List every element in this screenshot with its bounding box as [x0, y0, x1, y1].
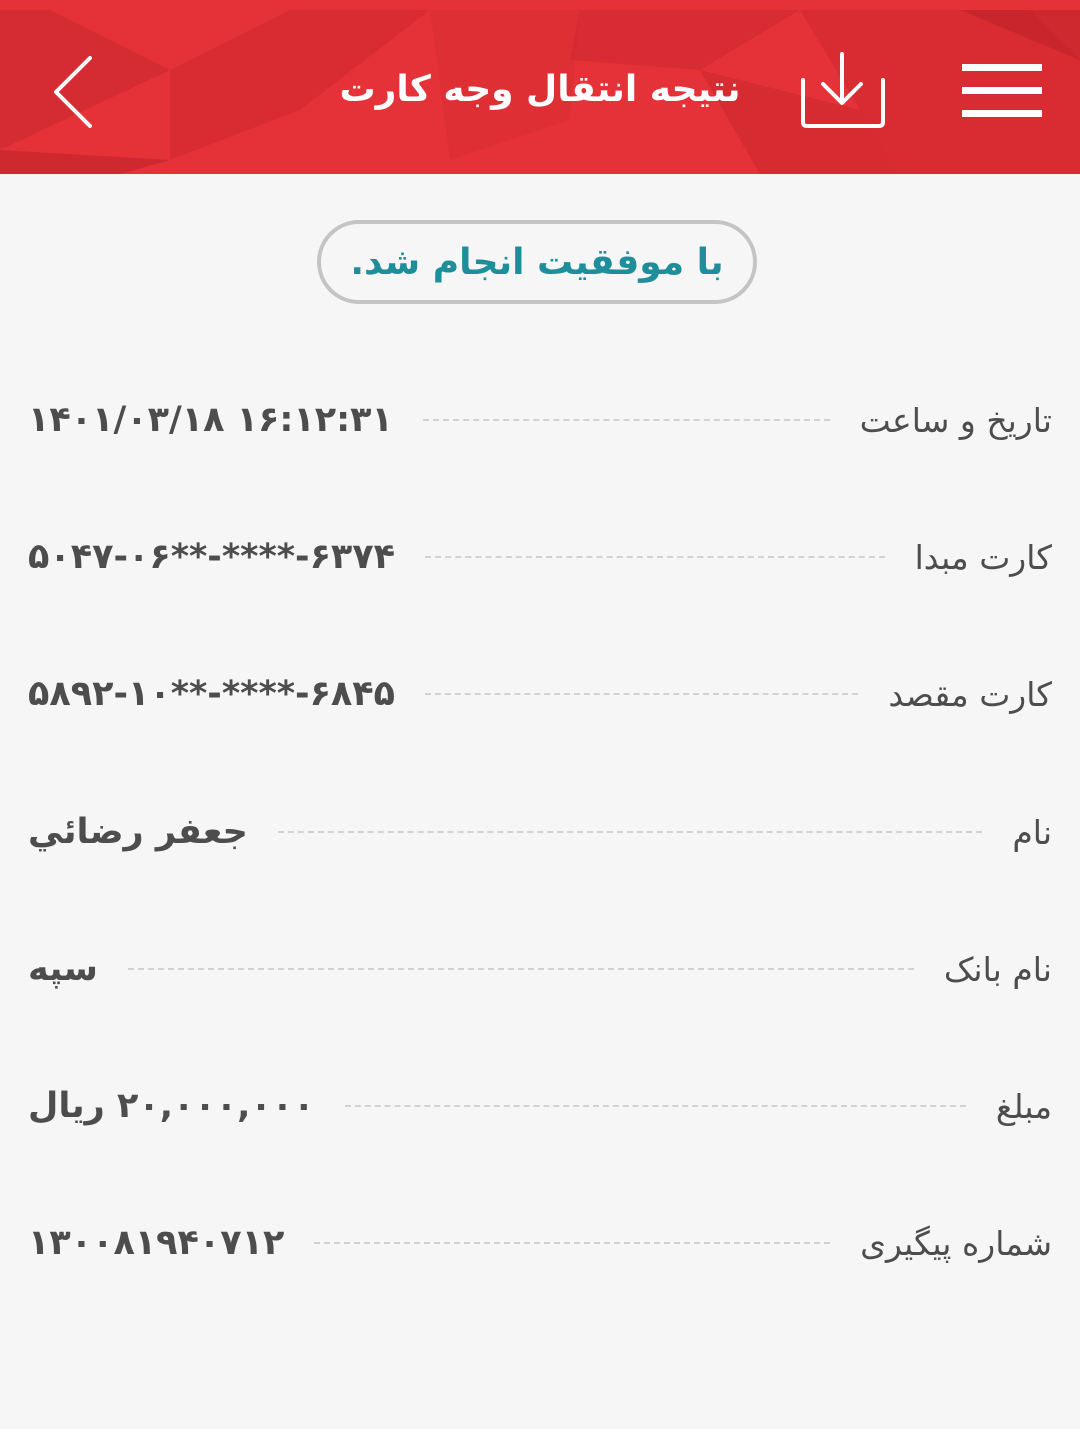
dotted-divider	[425, 556, 885, 558]
dotted-divider	[344, 1105, 966, 1107]
detail-row-source-card: کارت مبدا ۵۰۴۷-۰۶**-****-۶۳۷۴	[28, 522, 1052, 592]
app-header: نتیجه انتقال وجه کارت	[0, 0, 1080, 174]
name-label: نام	[1012, 812, 1052, 852]
dest-card-value: ۵۸۹۲-۱۰**-****-۶۸۴۵	[28, 674, 396, 714]
page-title: نتیجه انتقال وجه کارت	[339, 69, 741, 110]
back-button[interactable]	[40, 52, 110, 132]
source-card-label: کارت مبدا	[914, 537, 1052, 577]
detail-row-bank-name: نام بانک سپه	[28, 934, 1052, 1004]
dotted-divider	[314, 1242, 831, 1244]
dotted-divider	[422, 419, 830, 421]
detail-row-amount: مبلغ ۲۰,۰۰۰,۰۰۰ ریال	[28, 1071, 1052, 1141]
amount-value: ۲۰,۰۰۰,۰۰۰ ریال	[28, 1086, 315, 1126]
dest-card-label: کارت مقصد	[888, 674, 1052, 714]
chevron-left-icon	[54, 56, 92, 128]
bank-name-value: سپه	[28, 949, 98, 989]
hamburger-menu-icon	[962, 64, 1042, 117]
download-icon	[801, 52, 885, 128]
detail-row-name: نام جعفر رضائي	[28, 797, 1052, 867]
name-value: جعفر رضائي	[28, 812, 248, 852]
detail-row-datetime: تاریخ و ساعت ۱۴۰۱/۰۳/۱۸ ۱۶:۱۲:۳۱	[28, 385, 1052, 455]
success-status-text: با موفقیت انجام شد.	[350, 241, 724, 283]
download-button[interactable]	[795, 50, 891, 134]
source-card-value: ۵۰۴۷-۰۶**-****-۶۳۷۴	[28, 537, 396, 577]
tracking-label: شماره پیگیری	[860, 1223, 1052, 1263]
success-status-badge: با موفقیت انجام شد.	[317, 220, 757, 304]
bank-name-label: نام بانک	[943, 949, 1052, 989]
datetime-value: ۱۴۰۱/۰۳/۱۸ ۱۶:۱۲:۳۱	[28, 400, 393, 440]
tracking-value: ۱۳۰۰۸۱۹۴۰۷۱۲	[28, 1223, 285, 1263]
menu-button[interactable]	[955, 60, 1050, 124]
dotted-divider	[127, 968, 914, 970]
dotted-divider	[425, 693, 859, 695]
dotted-divider	[277, 831, 983, 833]
datetime-label: تاریخ و ساعت	[859, 400, 1052, 440]
detail-row-tracking: شماره پیگیری ۱۳۰۰۸۱۹۴۰۷۱۲	[28, 1208, 1052, 1278]
detail-row-dest-card: کارت مقصد ۵۸۹۲-۱۰**-****-۶۸۴۵	[28, 659, 1052, 729]
amount-label: مبلغ	[995, 1086, 1052, 1126]
